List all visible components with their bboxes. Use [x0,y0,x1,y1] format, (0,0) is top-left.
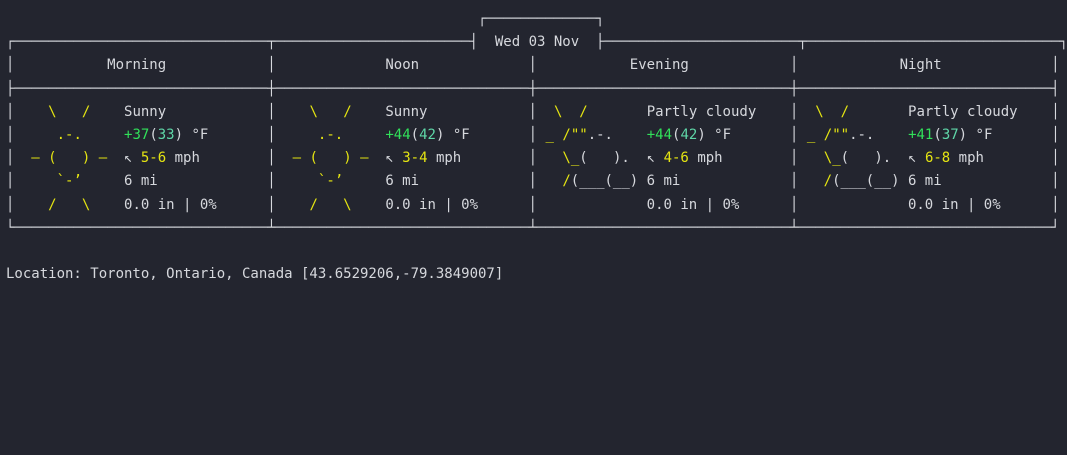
temperature-unit: °F [975,127,993,143]
period-header-row: │ Morning │ Noon │ Evening │ Night │ [6,57,1060,74]
partly-cloudy-icon-part: \ / [537,103,588,120]
partly-cloudy-icon-part [537,197,647,213]
wind-speed-value: 3-4 [402,150,428,167]
period-label-morning: Morning [107,57,167,74]
wind-speed-value: 4-6 [663,150,689,167]
temperature-unit: °F [191,127,209,143]
partly-cloudy-icon-part: .-. [849,127,909,143]
sun-icon-part: \ / [14,103,125,120]
partly-cloudy-icon-part [849,104,908,120]
temperature-value: +44 [385,127,411,143]
partly-cloudy-icon-part: (___(__) [570,173,647,190]
terminal-window: ┌─────────────┐ ┌────────────────────────… [0,0,1067,455]
table-top-border: ┌──────────────────────────────┬────────… [6,34,1067,51]
temperature-unit: °F [452,127,470,143]
location-row: Location: Toronto, Ontario, Canada [43.6… [6,263,503,286]
date-box-top: ┌─────────────┐ [6,11,605,27]
visibility-value: 6 mi [646,173,681,190]
precipitation-value: 0.0 in | 0% [124,196,217,213]
partly-cloudy-icon-part: _ /"" [537,127,588,143]
feels-like-value: 42 [419,127,436,143]
temperature-value: +41 [908,127,934,143]
precipitation-value: 0.0 in | 0% [907,196,1001,213]
period-label-evening: Evening [629,57,689,74]
sun-icon-part: / \ [275,196,386,213]
forecast-row: │ ― ( ) ― ↖ 5-6 mph │ ― ( ) ― ↖ 3-4 mph … [6,150,1060,167]
partly-cloudy-icon-part: \_ [537,150,580,167]
feels-like-value: 33 [157,127,175,143]
period-label-night: Night [899,57,942,74]
condition-text: Partly cloudy [646,103,757,120]
forecast-row: │ \ / Sunny │ \ / Sunny │ \ / Partly clo… [6,103,1060,120]
table-bottom-border: └──────────────────────────────┴────────… [6,219,1060,236]
partly-cloudy-icon-part: (___(__) [832,173,908,190]
wind-speed-value: 5-6 [140,150,167,167]
partly-cloudy-icon-part: / [537,173,571,190]
sun-icon-part: \ / [275,103,386,120]
temperature-value: +37 [124,127,150,143]
temperature-value: +44 [646,127,673,143]
sun-icon-part: `-’ [275,173,386,190]
condition-text: Sunny [124,103,167,120]
sun-icon-part: .-. [275,127,386,143]
partly-cloudy-icon-part: \ / [798,103,849,120]
visibility-value: 6 mi [124,173,158,190]
temperature-unit: °F [714,127,732,143]
precipitation-value: 0.0 in | 0% [646,196,740,213]
partly-cloudy-icon-part: \_ [798,150,841,167]
sun-icon-part: ― ( ) ― [275,150,386,167]
wind-unit: mph [958,150,984,167]
sun-icon-part: .-. [14,127,125,143]
location-line: Location: Toronto, Ontario, Canada [43.6… [6,266,504,283]
forecast-row: │ `-’ 6 mi │ `-’ 6 mi │ /(___(__) 6 mi │… [6,173,1060,190]
condition-text: Sunny [385,103,428,120]
partly-cloudy-icon-part: ( ). [579,150,647,167]
feels-like-value: 42 [680,127,698,143]
date-label: Wed 03 Nov [494,34,580,51]
feels-like-value: 37 [941,127,959,143]
partly-cloudy-icon-part: _ /"" [798,127,850,143]
partly-cloudy-icon-part [588,104,647,120]
precipitation-value: 0.0 in | 0% [385,196,479,213]
partly-cloudy-icon-part: .-. [587,127,647,143]
sun-icon-part: / \ [14,196,125,213]
forecast-row: │ .-. +37(33) °F │ .-. +44(42) °F │ _ /"… [6,127,1060,143]
period-label-noon: Noon [385,57,420,74]
wind-unit: mph [697,150,723,167]
partly-cloudy-icon-part [798,197,908,213]
sun-icon-part: `-’ [14,173,125,190]
wind-unit: mph [435,150,462,167]
forecast-row: │ / \ 0.0 in | 0% │ / \ 0.0 in | 0% │ 0.… [6,196,1060,213]
wind-speed-value: 6-8 [924,150,951,167]
condition-text: Partly cloudy [908,103,1018,120]
sun-icon-part: ― ( ) ― [14,150,125,167]
partly-cloudy-icon-part: ( ). [840,150,909,167]
wind-unit: mph [174,150,200,167]
partly-cloudy-icon-part: / [798,173,833,190]
visibility-value: 6 mi [385,173,420,190]
header-separator: ├──────────────────────────────┼────────… [6,80,1060,97]
visibility-value: 6 mi [907,173,942,190]
